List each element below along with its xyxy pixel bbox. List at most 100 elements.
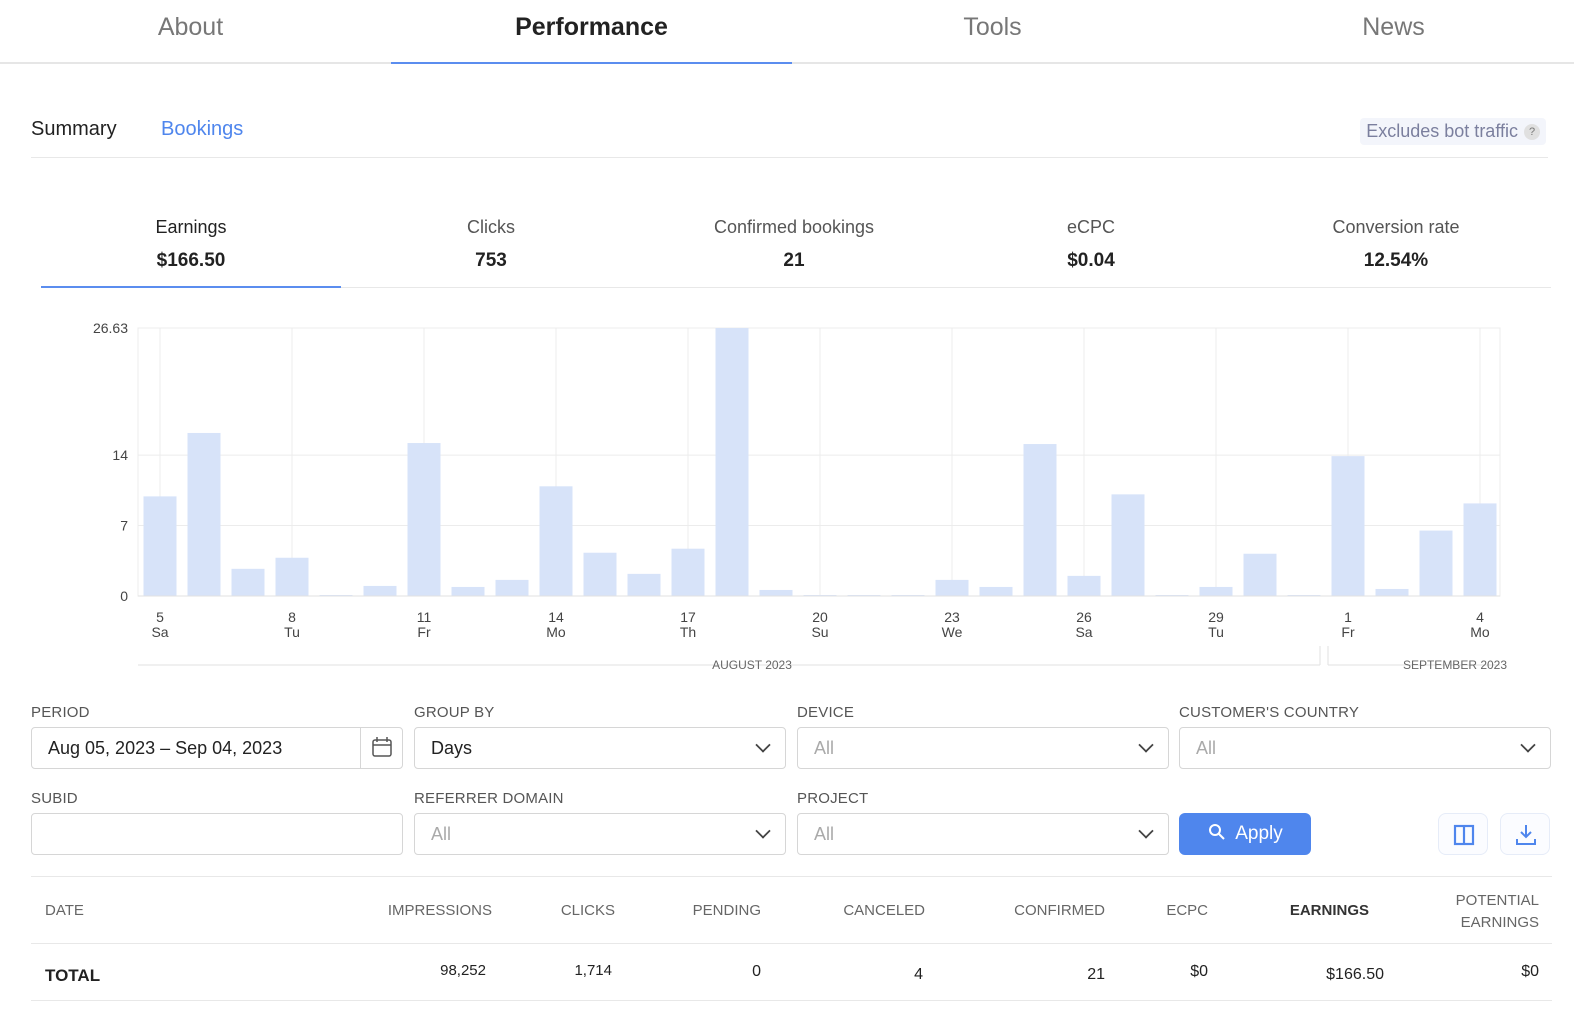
country-label: CUSTOMER'S COUNTRY	[1179, 704, 1360, 721]
country-value: All	[1196, 738, 1217, 758]
bar-2023-08-14	[539, 486, 573, 596]
x-tick-weekday: Fr	[1341, 624, 1355, 640]
bot-traffic-badge: Excludes bot traffic?	[1360, 118, 1546, 145]
device-value: All	[814, 738, 835, 758]
col-pending[interactable]: PENDING	[693, 902, 761, 919]
bar-2023-08-06	[187, 432, 221, 596]
calendar-icon[interactable]	[360, 728, 402, 768]
col-earnings[interactable]: EARNINGS	[1290, 902, 1369, 919]
x-tick-weekday: Mo	[546, 624, 566, 640]
subtab-bookings[interactable]: Bookings	[161, 118, 243, 141]
total-pending: 0	[752, 963, 761, 980]
x-tick-day: 11	[417, 609, 432, 625]
bar-2023-08-13	[495, 579, 529, 596]
download-button[interactable]	[1500, 813, 1550, 855]
x-tick-weekday: Tu	[284, 624, 300, 640]
apply-label: Apply	[1235, 823, 1283, 844]
total-clicks: 1,714	[574, 962, 612, 979]
x-tick-weekday: Mo	[1470, 624, 1490, 640]
bar-2023-08-17	[671, 548, 705, 596]
help-icon[interactable]: ?	[1524, 124, 1540, 140]
table-header: DATE IMPRESSIONS CLICKS PENDING CANCELED…	[31, 876, 1552, 944]
group-by-value: Days	[431, 738, 473, 758]
device-select[interactable]: All	[797, 727, 1169, 769]
bar-2023-08-26	[1067, 575, 1101, 596]
col-ecpc[interactable]: ECPC	[1166, 902, 1208, 919]
y-tick-label: 0	[120, 588, 128, 604]
referrer-value: All	[431, 824, 452, 844]
table-row-total: TOTAL 98,252 1,714 0 4 21 $0 $166.50 $0	[31, 944, 1552, 1001]
referrer-select[interactable]: All	[414, 813, 786, 855]
referrer-label: REFERRER DOMAIN	[414, 790, 564, 807]
x-tick-day: 26	[1076, 609, 1092, 625]
x-tick-weekday: We	[942, 624, 963, 640]
total-canceled: 4	[914, 966, 923, 983]
metric-value: $166.50	[156, 250, 226, 271]
bar-2023-08-08	[275, 557, 309, 596]
country-select[interactable]: All	[1179, 727, 1551, 769]
period-label: PERIOD	[31, 704, 90, 721]
col-potential-earnings[interactable]: POTENTIAL EARNINGS	[1456, 890, 1539, 934]
metric-conversion-rate[interactable]: Conversion rate 12.54%	[1246, 200, 1546, 288]
total-earnings: $166.50	[1326, 966, 1384, 983]
period-value: Aug 05, 2023 – Sep 04, 2023	[48, 738, 283, 758]
col-clicks[interactable]: CLICKS	[561, 902, 615, 919]
x-tick-weekday: Th	[680, 624, 696, 640]
period-input[interactable]: Aug 05, 2023 – Sep 04, 2023	[31, 727, 403, 769]
metric-ecpc[interactable]: eCPC $0.04	[941, 200, 1241, 288]
group-by-select[interactable]: Days	[414, 727, 786, 769]
metrics-bar: Earnings $166.50 Clicks 753 Confirmed book…	[41, 200, 1551, 288]
columns-button[interactable]	[1438, 813, 1488, 855]
project-value: All	[814, 824, 835, 844]
metric-label: Confirmed bookings	[713, 217, 875, 237]
total-confirmed: 21	[1087, 966, 1105, 983]
bar-2023-09-01	[1331, 456, 1365, 596]
metric-earnings[interactable]: Earnings $166.50	[41, 200, 341, 288]
y-tick-label: 26.63	[93, 320, 128, 336]
subid-input[interactable]	[31, 813, 403, 855]
metric-confirmed-bookings[interactable]: Confirmed bookings 21	[644, 200, 944, 288]
bar-2023-08-23	[935, 579, 969, 596]
device-label: DEVICE	[797, 704, 855, 721]
metric-label: Conversion rate	[1332, 217, 1460, 237]
columns-icon	[1453, 824, 1475, 846]
tab-performance[interactable]: Performance	[391, 0, 792, 64]
subid-label: SUBID	[31, 790, 78, 807]
y-tick-label: 14	[112, 447, 128, 463]
project-label: PROJECT	[797, 790, 869, 807]
bar-2023-08-24	[979, 586, 1013, 596]
metric-value: 753	[475, 250, 507, 271]
search-icon	[1209, 824, 1225, 840]
x-tick-day: 5	[156, 609, 164, 625]
x-tick-weekday: Sa	[1075, 624, 1092, 640]
col-potential-line2: EARNINGS	[1460, 914, 1539, 931]
apply-button[interactable]: Apply	[1179, 813, 1311, 855]
tab-tools[interactable]: Tools	[792, 0, 1193, 62]
bar-2023-08-12	[451, 586, 485, 596]
bar-2023-08-05	[143, 496, 177, 596]
metric-label: Clicks	[467, 217, 515, 237]
col-impressions[interactable]: IMPRESSIONS	[388, 902, 492, 919]
bar-2023-09-02	[1375, 588, 1409, 596]
bar-2023-08-29	[1199, 586, 1233, 596]
chevron-down-icon	[1520, 737, 1536, 753]
bar-2023-08-19	[759, 589, 793, 596]
month-label: AUGUST 2023	[712, 658, 792, 672]
subtab-summary[interactable]: Summary	[31, 118, 117, 141]
bar-2023-08-25	[1023, 444, 1057, 596]
bar-2023-08-15	[583, 552, 617, 596]
chevron-down-icon	[1138, 737, 1154, 753]
plot-area	[137, 327, 1501, 597]
bot-traffic-label: Excludes bot traffic	[1366, 121, 1518, 141]
tab-about[interactable]: About	[0, 0, 391, 62]
col-canceled[interactable]: CANCELED	[843, 902, 925, 919]
col-date[interactable]: DATE	[45, 902, 84, 919]
tab-news[interactable]: News	[1193, 0, 1574, 62]
col-confirmed[interactable]: CONFIRMED	[1014, 902, 1105, 919]
metric-clicks[interactable]: Clicks 753	[341, 200, 641, 288]
y-tick-label: 7	[120, 518, 128, 534]
bar-2023-08-27	[1111, 494, 1145, 596]
x-tick-day: 1	[1344, 609, 1352, 625]
total-ecpc: $0	[1190, 963, 1208, 980]
project-select[interactable]: All	[797, 813, 1169, 855]
